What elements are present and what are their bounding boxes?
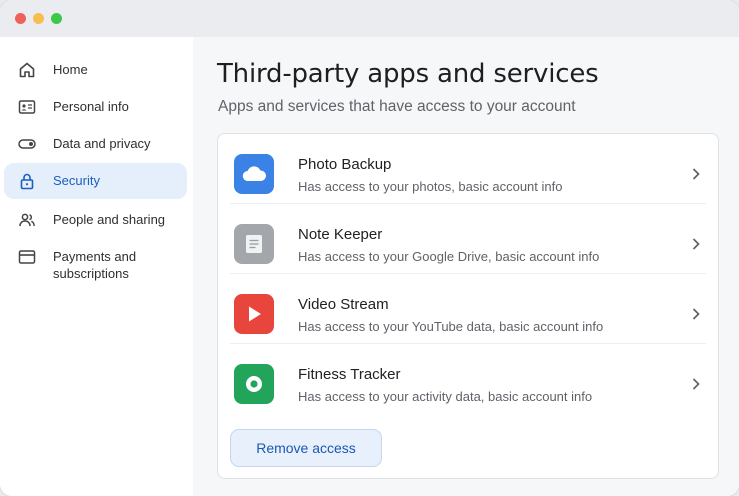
app-row-fitness-tracker[interactable]: Fitness Tracker Has access to your activ… xyxy=(218,344,718,414)
sidebar-item-label: Security xyxy=(53,173,100,188)
cloud-icon xyxy=(234,154,274,194)
sidebar-item-label: Data and privacy xyxy=(53,136,151,151)
chevron-right-icon xyxy=(692,308,700,320)
sidebar-item-people-and-sharing[interactable]: People and sharing xyxy=(4,211,187,231)
app-name: Video Stream xyxy=(298,296,389,313)
sidebar-item-security[interactable]: Security xyxy=(4,163,187,199)
app-row-note-keeper[interactable]: Note Keeper Has access to your Google Dr… xyxy=(218,204,718,274)
app-row-video-stream[interactable]: Video Stream Has access to your YouTube … xyxy=(218,274,718,344)
chevron-right-icon xyxy=(692,378,700,390)
play-icon xyxy=(234,294,274,334)
chevron-right-icon xyxy=(692,238,700,250)
title-bar xyxy=(0,0,739,37)
app-name: Fitness Tracker xyxy=(298,366,401,383)
sidebar-item-personal-info[interactable]: Personal info xyxy=(4,98,187,118)
page-subtitle: Apps and services that have access to yo… xyxy=(218,98,576,115)
sidebar-item-payments-and-subscriptions[interactable]: Payments and subscriptions xyxy=(4,248,187,288)
home-icon xyxy=(18,61,36,79)
app-row-photo-backup[interactable]: Photo Backup Has access to your photos, … xyxy=(218,134,718,204)
toggle-icon xyxy=(18,135,36,153)
id-card-icon xyxy=(18,98,36,116)
apps-card: Photo Backup Has access to your photos, … xyxy=(217,133,719,479)
sidebar-item-home[interactable]: Home xyxy=(4,61,187,81)
credit-card-icon xyxy=(18,248,36,266)
app-window: Home Personal info Data and privacy Secu… xyxy=(0,0,739,496)
app-description: Has access to your YouTube data, basic a… xyxy=(298,319,604,334)
sidebar-item-label: Payments and subscriptions xyxy=(53,249,137,281)
page-title: Third-party apps and services xyxy=(217,59,599,89)
lock-icon xyxy=(18,172,36,190)
sidebar-item-data-and-privacy[interactable]: Data and privacy xyxy=(4,135,187,155)
note-icon xyxy=(234,224,274,264)
sidebar-item-label: Personal info xyxy=(53,99,129,114)
sidebar-item-label: Home xyxy=(53,62,88,77)
maximize-window-button[interactable] xyxy=(51,13,62,24)
main-content: Third-party apps and services Apps and s… xyxy=(193,37,739,496)
sidebar: Home Personal info Data and privacy Secu… xyxy=(0,37,193,496)
app-name: Note Keeper xyxy=(298,226,383,243)
target-icon xyxy=(234,364,274,404)
app-description: Has access to your activity data, basic … xyxy=(298,389,593,404)
close-window-button[interactable] xyxy=(15,13,26,24)
app-description: Has access to your photos, basic account… xyxy=(298,179,563,194)
minimize-window-button[interactable] xyxy=(33,13,44,24)
app-name: Photo Backup xyxy=(298,156,392,173)
sidebar-item-label: People and sharing xyxy=(53,212,166,227)
chevron-right-icon xyxy=(692,168,700,180)
remove-access-button[interactable]: Remove access xyxy=(230,429,382,467)
app-description: Has access to your Google Drive, basic a… xyxy=(298,249,600,264)
people-icon xyxy=(18,211,36,229)
